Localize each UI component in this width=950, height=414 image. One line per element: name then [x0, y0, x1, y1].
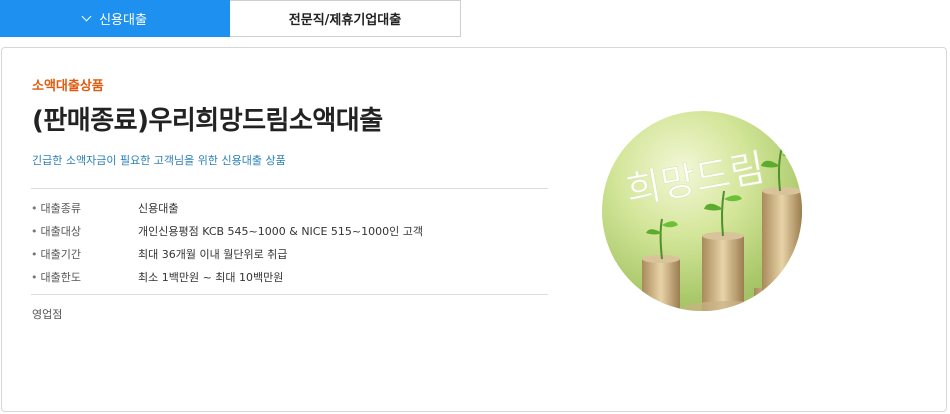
product-description: 긴급한 소액자금이 필요한 고객님을 위한 신용대출 상품: [32, 154, 286, 167]
detail-label: 대출한도: [31, 269, 138, 285]
coin-stack-left: [642, 218, 680, 311]
tab-credit-loan[interactable]: 신용대출: [0, 0, 230, 37]
detail-value: 최대 36개월 이내 월단위로 취급: [138, 247, 288, 261]
divider: [31, 294, 548, 295]
detail-value: 개인신용평점 KCB 545~1000 & NICE 515~1000인 고객: [138, 224, 423, 238]
detail-label: 대출기간: [31, 246, 138, 262]
product-title: (판매종료)우리희망드림소액대출: [32, 106, 383, 136]
tab-label: 신용대출: [99, 13, 147, 28]
product-panel: 소액대출상품 (판매종료)우리희망드림소액대출 긴급한 소액자금이 필요한 고객…: [1, 47, 947, 412]
detail-row-type: 대출종류 신용대출: [31, 196, 548, 219]
product-image: 희망드림: [602, 111, 802, 311]
tab-label: 전문직/제휴기업대출: [288, 13, 402, 28]
product-details: 대출종류 신용대출 대출대상 개인신용평점 KCB 545~1000 & NIC…: [31, 196, 548, 288]
loan-tabs: 신용대출 전문직/제휴기업대출: [0, 0, 461, 37]
detail-label: 대출종류: [31, 200, 138, 216]
divider: [31, 188, 548, 189]
branch-label: 영업점: [32, 308, 63, 321]
detail-label: 대출대상: [31, 223, 138, 239]
coins-plant-illustration: 희망드림: [623, 145, 802, 311]
tab-professional-loan[interactable]: 전문직/제휴기업대출: [230, 0, 461, 37]
detail-row-period: 대출기간 최대 36개월 이내 월단위로 취급: [31, 242, 548, 265]
product-category: 소액대출상품: [32, 79, 104, 94]
chevron-down-icon: [81, 11, 92, 22]
detail-value: 신용대출: [138, 201, 179, 215]
image-caption: 희망드림: [623, 145, 768, 213]
coin-stack-middle: [702, 190, 744, 311]
detail-row-target: 대출대상 개인신용평점 KCB 545~1000 & NICE 515~1000…: [31, 219, 548, 242]
detail-row-limit: 대출한도 최소 1백만원 ~ 최대 10백만원: [31, 265, 548, 288]
detail-value: 최소 1백만원 ~ 최대 10백만원: [138, 270, 284, 284]
